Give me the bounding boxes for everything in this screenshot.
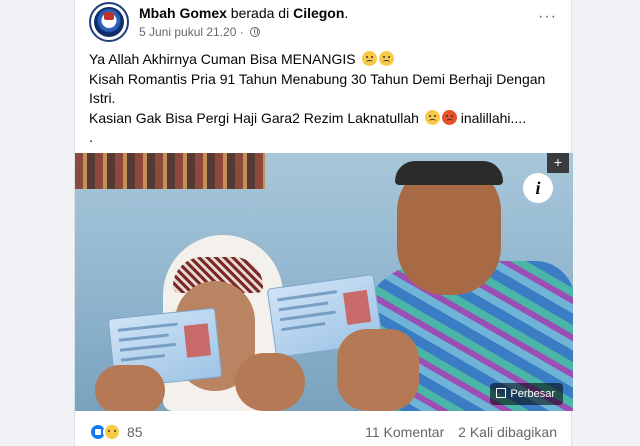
location-name[interactable]: Cilegon bbox=[293, 5, 344, 21]
author-line: Mbah Gomex berada di Cilegon. bbox=[139, 5, 348, 21]
sad-emoji-icon bbox=[361, 51, 377, 66]
location-suffix: . bbox=[344, 5, 349, 21]
text-line: Kisah Romantis Pria 91 Tahun Menabung 30… bbox=[89, 70, 546, 107]
shares-count[interactable]: 2 Kali dibagikan bbox=[458, 424, 557, 440]
frown-emoji-icon bbox=[424, 109, 440, 125]
sad-reaction-icon bbox=[103, 423, 121, 441]
comments-count[interactable]: 11 Komentar bbox=[365, 424, 444, 440]
avatar[interactable] bbox=[89, 2, 129, 42]
post-timestamp[interactable]: 5 Juni pukul 21.20 bbox=[139, 25, 236, 39]
post-card: Mbah Gomex berada di Cilegon. 5 Juni puk… bbox=[74, 0, 573, 446]
zoom-icon bbox=[496, 388, 507, 398]
reactions-count[interactable]: 85 bbox=[127, 424, 143, 440]
more-icon[interactable]: ··· bbox=[538, 9, 557, 25]
photo-hand-left bbox=[95, 365, 165, 411]
info-icon[interactable]: i bbox=[523, 173, 553, 203]
post-photo[interactable]: + i Perbesar bbox=[75, 153, 573, 411]
photo-tapestry bbox=[75, 153, 265, 189]
zoom-label: Perbesar bbox=[510, 388, 555, 400]
angry-emoji-icon bbox=[441, 109, 457, 125]
zoom-button[interactable]: Perbesar bbox=[490, 383, 563, 405]
post-meta: 5 Juni pukul 21.20 · bbox=[139, 25, 261, 39]
post-text: Ya Allah Akhirnya Cuman Bisa MENANGIS Ki… bbox=[89, 50, 559, 148]
meta-separator: · bbox=[239, 25, 244, 39]
text-line: . bbox=[89, 129, 93, 145]
photo-hand-middle bbox=[235, 353, 305, 411]
globe-icon bbox=[250, 27, 261, 37]
post-header: Mbah Gomex berada di Cilegon. 5 Juni puk… bbox=[89, 2, 563, 42]
photo-hand-right bbox=[337, 329, 419, 411]
avatar-detail bbox=[104, 12, 114, 20]
photo-man-hair bbox=[395, 161, 503, 185]
post-stats: 11 Komentar 2 Kali dibagikan bbox=[355, 424, 557, 440]
crying-emoji-icon bbox=[378, 51, 394, 66]
text-line: Ya Allah Akhirnya Cuman Bisa MENANGIS bbox=[89, 50, 559, 70]
text-line: Kasian Gak Bisa Pergi Haji Gara2 Rezim L… bbox=[89, 109, 527, 126]
author-name[interactable]: Mbah Gomex bbox=[139, 5, 227, 21]
plus-icon[interactable]: + bbox=[547, 153, 569, 173]
post-footer: 85 11 Komentar 2 Kali dibagikan bbox=[89, 420, 557, 442]
location-prefix: berada di bbox=[230, 5, 290, 21]
